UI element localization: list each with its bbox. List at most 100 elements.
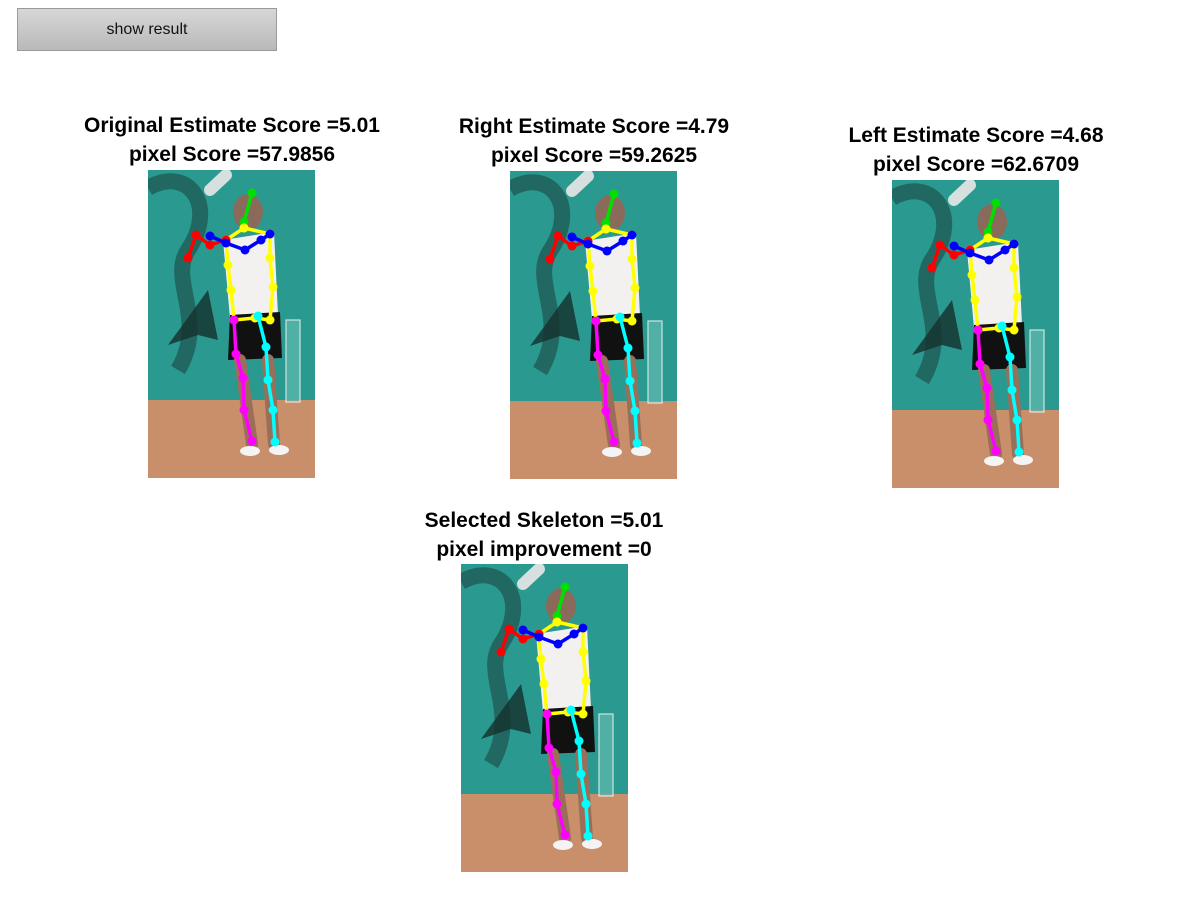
skeleton-left-leg-joint bbox=[576, 769, 586, 779]
skeleton-left-leg-joint bbox=[270, 437, 280, 447]
skeleton-left-arm-joint bbox=[618, 236, 628, 246]
clay-court bbox=[892, 410, 1059, 488]
pose-scene bbox=[148, 170, 315, 478]
skeleton-left-arm-joint bbox=[602, 246, 612, 256]
skeleton-left-leg-joint bbox=[566, 705, 576, 715]
skeleton-right-leg-joint bbox=[560, 830, 570, 840]
skeleton-right-leg-joint bbox=[973, 325, 983, 335]
skeleton-left-leg-joint bbox=[615, 312, 625, 322]
skeleton-left-leg-joint bbox=[623, 343, 633, 353]
skeleton-torso-joint bbox=[601, 224, 611, 234]
skeleton-right-leg-joint bbox=[247, 436, 257, 446]
skeleton-left-arm-joint bbox=[965, 248, 975, 258]
skeleton-torso-joint bbox=[585, 261, 595, 271]
skeleton-left-leg-joint bbox=[1007, 385, 1017, 395]
skeleton-right-leg-joint bbox=[239, 405, 249, 415]
clay-court bbox=[461, 794, 628, 872]
skeleton-right-leg-joint bbox=[975, 359, 985, 369]
skeleton-right-arm-joint bbox=[496, 647, 506, 657]
skeleton-head-joint bbox=[991, 198, 1001, 208]
skeleton-left-arm-joint bbox=[567, 232, 577, 242]
skeleton-left-arm-joint bbox=[1009, 239, 1019, 249]
pose-scene bbox=[461, 564, 628, 872]
skeleton-left-arm-joint bbox=[984, 255, 994, 265]
skeleton-torso-joint bbox=[588, 286, 598, 296]
left-estimate-image bbox=[892, 180, 1059, 488]
skeleton-left-arm-joint bbox=[949, 241, 959, 251]
skeleton-right-arm-joint bbox=[518, 634, 528, 644]
skeleton-left-leg-joint bbox=[632, 438, 642, 448]
player-shoe-right bbox=[553, 840, 573, 850]
skeleton-left-leg-joint bbox=[1005, 352, 1015, 362]
right-estimate-score: Right Estimate Score =4.79 bbox=[458, 115, 730, 138]
skeleton-right-arm-joint bbox=[949, 250, 959, 260]
clay-court bbox=[148, 400, 315, 478]
skeleton-right-leg-joint bbox=[983, 415, 993, 425]
skeleton-left-leg-joint bbox=[581, 799, 591, 809]
right-pixel-score: pixel Score =59.2625 bbox=[490, 144, 698, 167]
right-estimate-caption: Right Estimate Score =4.79 pixel Score =… bbox=[414, 112, 774, 170]
skeleton-torso-joint bbox=[539, 679, 549, 689]
skeleton-right-arm-joint bbox=[183, 253, 193, 263]
skeleton-right-leg-joint bbox=[591, 316, 601, 326]
original-pixel-score: pixel Score =57.9856 bbox=[128, 143, 336, 166]
skeleton-left-arm-joint bbox=[265, 229, 275, 239]
skeleton-right-arm-joint bbox=[927, 263, 937, 273]
skeleton-left-leg-joint bbox=[1012, 415, 1022, 425]
skeleton-torso-joint bbox=[630, 283, 640, 293]
skeleton-left-arm-joint bbox=[1000, 245, 1010, 255]
skeleton-left-leg-joint bbox=[583, 831, 593, 841]
left-pixel-score: pixel Score =62.6709 bbox=[872, 153, 1080, 176]
player-shoe-left bbox=[631, 446, 651, 456]
sponsor-board bbox=[1029, 329, 1045, 413]
skeleton-right-arm-joint bbox=[504, 624, 514, 634]
skeleton-torso-joint bbox=[967, 270, 977, 280]
skeleton-torso-joint bbox=[627, 316, 637, 326]
skeleton-left-arm-joint bbox=[240, 245, 250, 255]
original-estimate-caption: Original Estimate Score =5.01 pixel Scor… bbox=[52, 111, 412, 169]
sponsor-board bbox=[285, 319, 301, 403]
skeleton-right-leg-joint bbox=[231, 349, 241, 359]
skeleton-torso-joint bbox=[552, 617, 562, 627]
skeleton-head-joint bbox=[609, 189, 619, 199]
skeleton-torso-joint bbox=[581, 676, 591, 686]
player-shoe-right bbox=[240, 446, 260, 456]
skeleton-left-leg-joint bbox=[253, 311, 263, 321]
skeleton-left-leg-joint bbox=[261, 342, 271, 352]
skeleton-torso-joint bbox=[1012, 292, 1022, 302]
skeleton-right-arm-joint bbox=[567, 241, 577, 251]
player-shoe-left bbox=[1013, 455, 1033, 465]
skeleton-left-arm-joint bbox=[583, 239, 593, 249]
skeleton-right-leg-joint bbox=[609, 437, 619, 447]
clay-court bbox=[510, 401, 677, 479]
skeleton-left-arm-joint bbox=[627, 230, 637, 240]
skeleton-torso-joint bbox=[970, 295, 980, 305]
skeleton-torso-joint bbox=[578, 709, 588, 719]
skeleton-torso-joint bbox=[239, 223, 249, 233]
left-estimate-caption: Left Estimate Score =4.68 pixel Score =6… bbox=[796, 121, 1156, 179]
skeleton-torso-joint bbox=[268, 282, 278, 292]
skeleton-left-arm-joint bbox=[569, 629, 579, 639]
skeleton-right-arm-joint bbox=[191, 230, 201, 240]
skeleton-torso-joint bbox=[578, 647, 588, 657]
skeleton-torso-joint bbox=[223, 260, 233, 270]
skeleton-left-leg-joint bbox=[1014, 447, 1024, 457]
skeleton-torso-joint bbox=[226, 285, 236, 295]
skeleton-left-leg-joint bbox=[263, 375, 273, 385]
skeleton-left-arm-joint bbox=[553, 639, 563, 649]
skeleton-right-leg-joint bbox=[544, 743, 554, 753]
skeleton-right-arm-joint bbox=[545, 254, 555, 264]
skeleton-torso-joint bbox=[627, 254, 637, 264]
skeleton-right-arm-joint bbox=[935, 240, 945, 250]
skeleton-left-leg-joint bbox=[574, 736, 584, 746]
skeleton-right-leg-joint bbox=[551, 767, 561, 777]
skeleton-right-leg-joint bbox=[601, 406, 611, 416]
skeleton-torso-joint bbox=[1009, 263, 1019, 273]
pose-scene bbox=[892, 180, 1059, 488]
original-estimate-image bbox=[148, 170, 315, 478]
pose-scene bbox=[510, 171, 677, 479]
skeleton-right-leg-joint bbox=[552, 799, 562, 809]
left-estimate-score: Left Estimate Score =4.68 bbox=[848, 124, 1104, 147]
show-result-button[interactable]: show result bbox=[17, 8, 277, 51]
selected-pixel-improvement: pixel improvement =0 bbox=[436, 538, 652, 561]
